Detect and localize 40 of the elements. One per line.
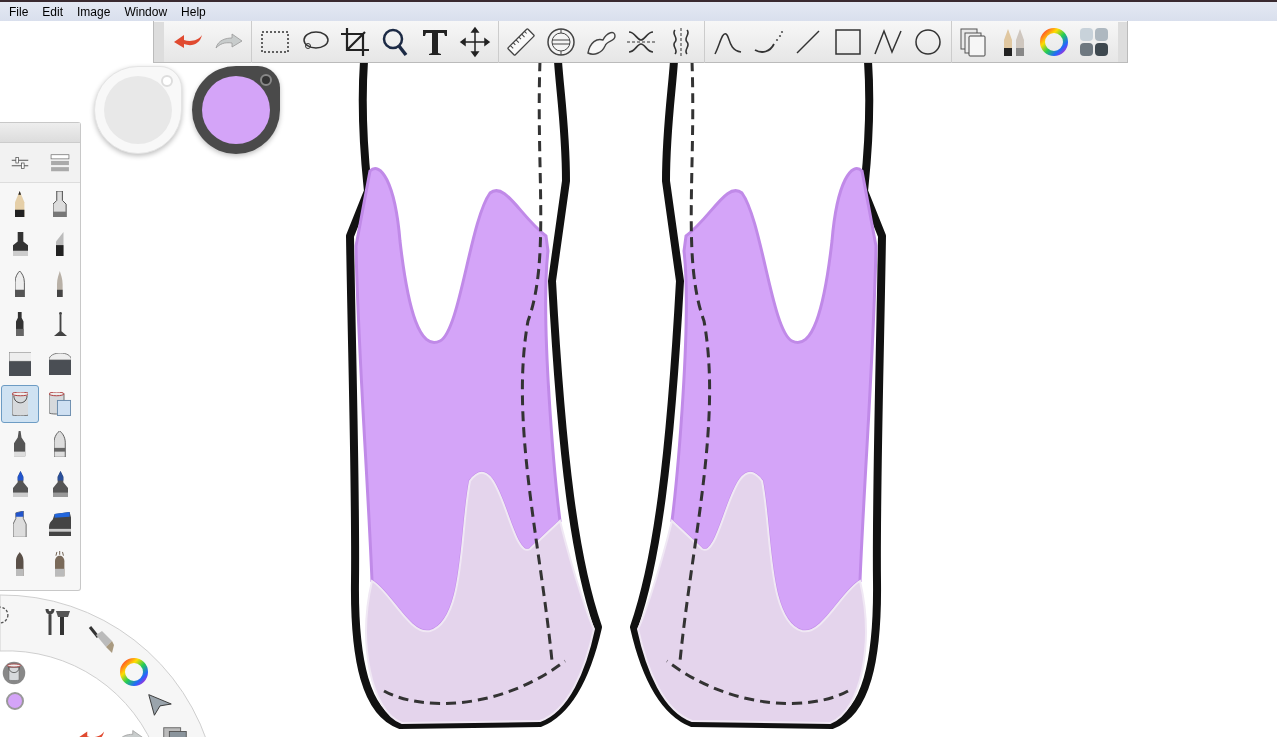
hard-eraser-icon — [8, 351, 32, 377]
menu-item[interactable]: File — [2, 4, 36, 19]
soft-eraser-icon — [48, 353, 72, 375]
color-puck[interactable] — [192, 66, 280, 154]
layer-bucket-icon — [49, 392, 71, 416]
wide-marker-icon — [13, 510, 27, 538]
airbrush-icon — [52, 311, 68, 337]
paint-bucket-icon — [11, 392, 29, 416]
puck-hole — [260, 74, 272, 86]
bristle-brush-icon — [55, 551, 65, 577]
color-puck[interactable] — [94, 66, 182, 154]
menu-item[interactable]: Edit — [35, 4, 71, 19]
color-wheel-icon[interactable] — [1038, 25, 1071, 58]
color-wheel-icon[interactable] — [118, 656, 150, 688]
dual-tip-marker-icon — [52, 470, 68, 498]
fine-marker-icon — [14, 431, 26, 457]
toolbar-grip[interactable] — [1118, 21, 1127, 62]
technical-pen-icon — [53, 190, 67, 218]
block-marker-icon — [48, 511, 72, 537]
puck-hole — [161, 75, 173, 87]
round-brush-icon — [57, 270, 63, 298]
ballpoint-icon — [15, 270, 25, 298]
current-color-dot[interactable] — [6, 692, 24, 710]
crop-icon[interactable] — [338, 25, 371, 58]
chisel-marker-icon — [56, 231, 64, 257]
tipped-marker-icon — [12, 470, 28, 498]
felt-pen-icon — [16, 311, 24, 337]
bullet-marker-icon — [54, 430, 66, 458]
flat-brush-icon — [16, 551, 24, 577]
ellipse-guide-icon[interactable] — [545, 25, 578, 58]
paint-bucket-icon[interactable] — [2, 661, 26, 685]
move-arrows-icon[interactable] — [458, 25, 491, 58]
marker-icon — [12, 231, 28, 257]
pencil-icon — [15, 190, 25, 218]
menu-item[interactable]: Help — [174, 4, 213, 19]
toolbar-grip[interactable] — [154, 21, 164, 62]
menu-item[interactable]: Window — [117, 4, 175, 19]
swatch-grid-icon[interactable] — [1078, 25, 1111, 58]
list-view-icon[interactable] — [49, 151, 71, 174]
menu-item[interactable]: Image — [70, 4, 118, 19]
